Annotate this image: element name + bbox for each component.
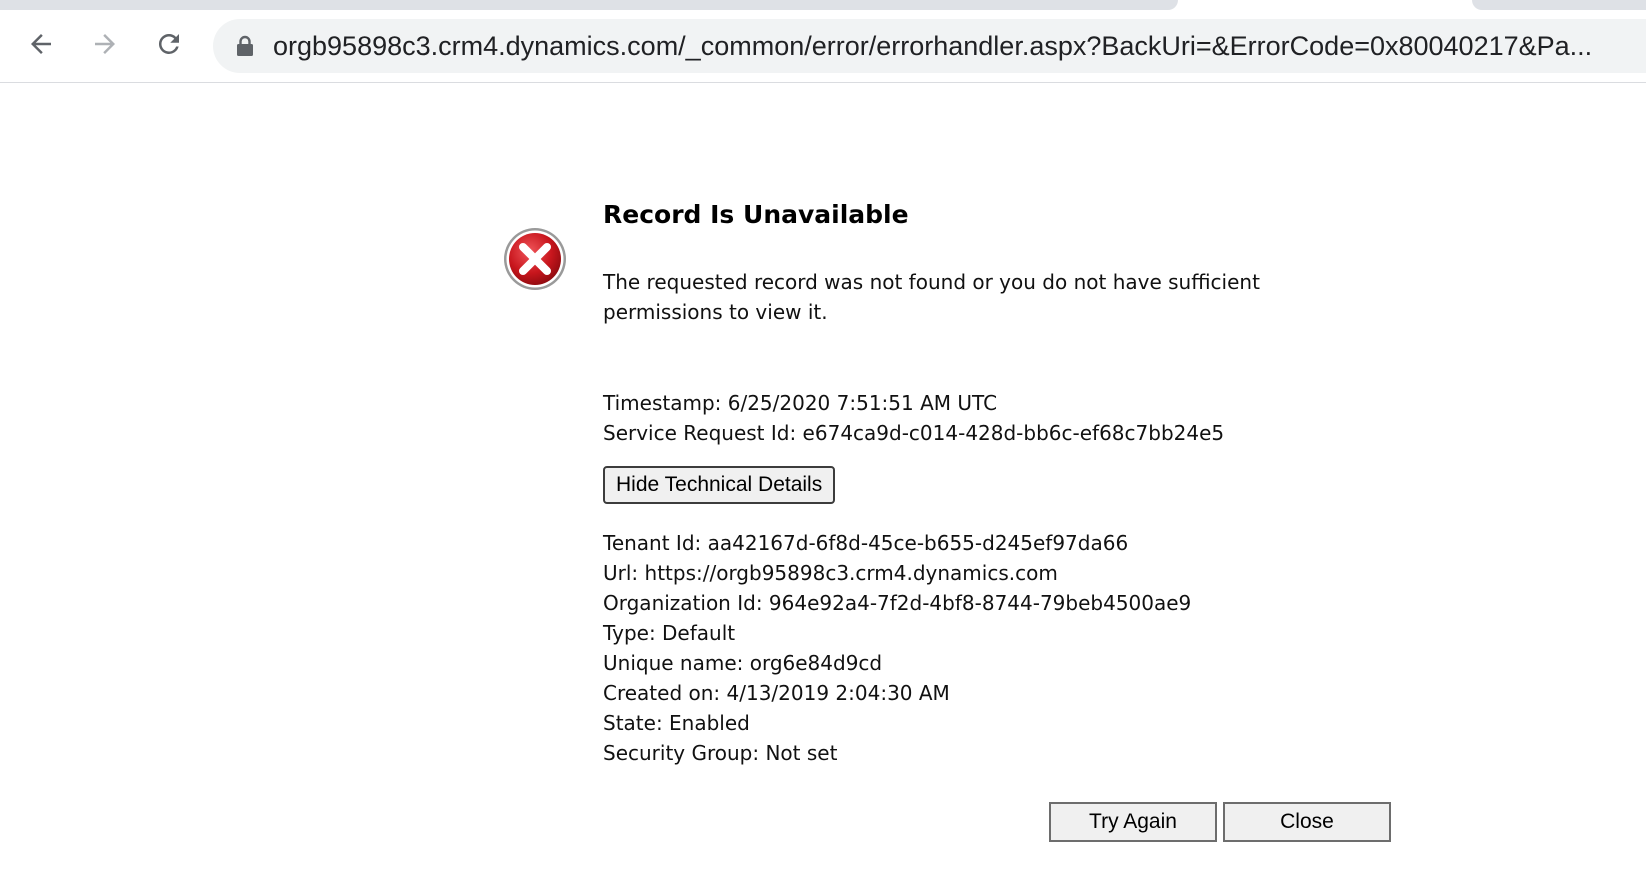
reload-icon — [158, 33, 179, 54]
error-title: Record Is Unavailable — [603, 200, 909, 229]
inactive-tab-area-right[interactable] — [1472, 0, 1646, 10]
detail-security-group: Security Group: Not set — [603, 741, 838, 765]
error-x-icon — [502, 226, 568, 292]
arrow-right-icon — [95, 34, 115, 54]
detail-organization-id: Organization Id: 964e92a4-7f2d-4bf8-8744… — [603, 591, 1192, 615]
reload-button[interactable] — [147, 22, 191, 66]
browser-toolbar: orgb95898c3.crm4.dynamics.com/_common/er… — [0, 10, 1646, 83]
detail-url: Url: https://orgb95898c3.crm4.dynamics.c… — [603, 561, 1058, 585]
error-meta: Timestamp: 6/25/2020 7:51:51 AM UTC Serv… — [603, 388, 1224, 448]
browser-tab-strip — [0, 0, 1646, 10]
error-message: The requested record was not found or yo… — [603, 270, 1260, 324]
arrow-left-icon — [31, 34, 51, 54]
address-bar[interactable]: orgb95898c3.crm4.dynamics.com/_common/er… — [213, 19, 1646, 73]
service-request-text: Service Request Id: e674ca9d-c014-428d-b… — [603, 421, 1225, 445]
address-url[interactable]: orgb95898c3.crm4.dynamics.com/_common/er… — [273, 31, 1646, 62]
detail-unique-name: Unique name: org6e84d9cd — [603, 651, 883, 675]
back-button[interactable] — [19, 22, 63, 66]
detail-type: Type: Default — [603, 621, 736, 645]
inactive-tab-area[interactable] — [0, 0, 1178, 10]
hide-technical-details-button[interactable]: Hide Technical Details — [603, 466, 836, 504]
technical-details: Tenant Id: aa42167d-6f8d-45ce-b655-d245e… — [603, 528, 1191, 768]
detail-state: State: Enabled — [603, 711, 750, 735]
detail-tenant-id: Tenant Id: aa42167d-6f8d-45ce-b655-d245e… — [603, 531, 1129, 555]
try-again-button[interactable]: Try Again — [1049, 802, 1217, 842]
lock-icon[interactable] — [235, 34, 255, 58]
detail-created-on: Created on: 4/13/2019 2:04:30 AM — [603, 681, 950, 705]
close-button[interactable]: Close — [1223, 802, 1391, 842]
timestamp-text: Timestamp: 6/25/2020 7:51:51 AM UTC — [603, 391, 998, 415]
forward-button[interactable] — [83, 22, 127, 66]
